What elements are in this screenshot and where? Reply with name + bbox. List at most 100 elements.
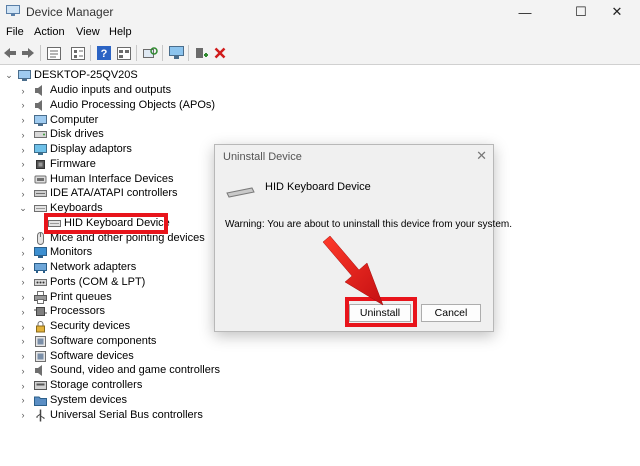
tree-item-label: Software components	[50, 334, 157, 347]
help-icon[interactable]: ?	[96, 45, 112, 61]
tree-item-label: Disk drives	[50, 128, 104, 141]
software-icon	[35, 335, 46, 347]
tree-category-software-components[interactable]: › Software components	[0, 334, 240, 349]
security-icon	[36, 321, 45, 333]
properties-icon[interactable]	[46, 45, 62, 61]
tree-category-network-adapters[interactable]: › Network adapters	[0, 260, 240, 275]
menu-file[interactable]: File	[6, 26, 24, 38]
menu-bar: File Action View Help	[0, 24, 640, 42]
tree-item-label: System devices	[50, 393, 128, 406]
tree-item-label: Audio inputs and outputs	[50, 84, 172, 96]
chevron-right-icon[interactable]: ›	[18, 172, 28, 187]
tree-category-audio-inputs-and-outputs[interactable]: › Audio inputs and outputs	[0, 83, 240, 98]
svg-text:?: ?	[101, 48, 108, 60]
chevron-right-icon[interactable]: ›	[18, 319, 28, 334]
toolbar-separator	[40, 45, 41, 61]
folder-icon	[34, 396, 47, 406]
chevron-right-icon[interactable]: ›	[18, 83, 28, 98]
chevron-right-icon[interactable]: ›	[18, 349, 28, 364]
tree-category-display-adaptors[interactable]: › Display adaptors	[0, 142, 240, 157]
tree-category-monitors[interactable]: › Monitors	[0, 245, 240, 260]
chevron-right-icon[interactable]: ›	[18, 408, 28, 423]
tree-category-software-devices[interactable]: › Software devices	[0, 349, 240, 364]
tree-category-audio-processing-objects-apos[interactable]: › Audio Processing Objects (APOs)	[0, 98, 240, 113]
resources-icon[interactable]	[116, 45, 132, 61]
chevron-right-icon[interactable]: ›	[18, 260, 28, 275]
tree-category-processors[interactable]: › Processors	[0, 304, 240, 319]
disk-icon	[34, 131, 47, 139]
speaker-icon	[35, 85, 42, 96]
dialog-device-name: HID Keyboard Device	[265, 181, 371, 193]
tree-item-label: Audio Processing Objects (APOs)	[50, 98, 216, 111]
chevron-right-icon[interactable]: ›	[18, 290, 28, 305]
tree-item-label: IDE ATA/ATAPI controllers	[50, 187, 178, 200]
cancel-button[interactable]: Cancel	[421, 304, 481, 322]
tree-item-label: Universal Serial Bus controllers	[50, 408, 203, 421]
speaker-icon	[35, 365, 42, 377]
chevron-right-icon[interactable]: ›	[18, 127, 28, 142]
chevron-right-icon[interactable]: ›	[18, 186, 28, 201]
chevron-right-icon[interactable]: ›	[18, 275, 28, 290]
monitor-icon	[34, 247, 47, 259]
forward-icon[interactable]	[20, 45, 36, 61]
tree-root-label: DESKTOP-25QV20S	[34, 69, 138, 81]
highlight-hid-keyboard	[44, 213, 168, 234]
chevron-right-icon[interactable]: ›	[18, 231, 28, 246]
printer-icon	[34, 290, 47, 304]
usb-icon	[36, 409, 45, 421]
dialog-close-icon[interactable]: ✕	[476, 148, 487, 164]
tree-item-label: Monitors	[50, 246, 93, 259]
chevron-down-icon[interactable]: ⌄	[18, 201, 28, 216]
menu-view[interactable]: View	[76, 26, 100, 38]
device-manager-icon	[6, 5, 20, 16]
tree-category-universal-serial-bus-controllers[interactable]: › Universal Serial Bus controllers	[0, 408, 240, 423]
chevron-right-icon[interactable]: ›	[18, 113, 28, 128]
scan-hardware-icon[interactable]	[142, 45, 158, 61]
back-icon[interactable]	[2, 45, 18, 61]
tree-item-label: Display adaptors	[50, 143, 132, 155]
chevron-right-icon[interactable]: ›	[18, 378, 28, 393]
chevron-down-icon[interactable]: ⌄	[4, 68, 14, 83]
chevron-right-icon[interactable]: ›	[18, 98, 28, 113]
chevron-right-icon[interactable]: ›	[18, 363, 28, 378]
tree-view-icon[interactable]	[70, 45, 86, 61]
tree-category-ports-com-lpt[interactable]: › Ports (COM & LPT)	[0, 275, 240, 290]
minimize-button[interactable]: —	[502, 0, 548, 24]
tree-category-disk-drives[interactable]: › Disk drives	[0, 127, 240, 142]
chip-icon	[36, 159, 45, 169]
chevron-right-icon[interactable]: ›	[18, 334, 28, 349]
tree-category-human-interface-devices[interactable]: › Human Interface Devices	[0, 172, 240, 187]
port-icon	[34, 278, 47, 286]
tree-category-system-devices[interactable]: › System devices	[0, 393, 240, 408]
tree-category-computer[interactable]: › Computer	[0, 113, 240, 128]
chevron-right-icon[interactable]: ›	[18, 304, 28, 319]
tree-category-security-devices[interactable]: › Security devices	[0, 319, 240, 334]
chevron-right-icon[interactable]: ›	[18, 393, 28, 408]
chevron-right-icon[interactable]: ›	[18, 245, 28, 260]
menu-action[interactable]: Action	[34, 26, 65, 38]
title-bar: Device Manager — ☐ ✕	[0, 0, 640, 24]
tree-item-label: Print queues	[50, 290, 112, 303]
chevron-right-icon[interactable]: ›	[18, 142, 28, 157]
tree-category-ide-ata-atapi-controllers[interactable]: › IDE ATA/ATAPI controllers	[0, 186, 240, 201]
dialog-title: Uninstall Device	[223, 151, 302, 163]
tree-item-label: Security devices	[50, 320, 131, 332]
tree-category-sound-video-and-game-controllers[interactable]: › Sound, video and game controllers	[0, 363, 240, 378]
monitor-icon[interactable]	[168, 45, 184, 61]
chevron-right-icon[interactable]: ›	[18, 157, 28, 172]
tree-item-label: Storage controllers	[50, 379, 143, 391]
tree-root[interactable]: ⌄ DESKTOP-25QV20S	[0, 68, 200, 83]
close-button[interactable]: ✕	[594, 0, 640, 24]
tree-category-storage-controllers[interactable]: › Storage controllers	[0, 378, 240, 393]
uninstall-x-icon[interactable]	[212, 45, 228, 61]
menu-help[interactable]: Help	[109, 26, 132, 38]
tree-category-firmware[interactable]: › Firmware	[0, 157, 240, 172]
tree-category-print-queues[interactable]: › Print queues	[0, 290, 240, 305]
software-icon	[35, 350, 46, 362]
tree-item-label: Ports (COM & LPT)	[50, 275, 146, 288]
tree-item-label: Firmware	[50, 157, 96, 170]
hid-icon	[34, 175, 47, 183]
tree-item-label: Network adapters	[50, 261, 137, 273]
tree-item-label: Sound, video and game controllers	[50, 364, 220, 377]
add-driver-icon[interactable]	[194, 45, 210, 61]
